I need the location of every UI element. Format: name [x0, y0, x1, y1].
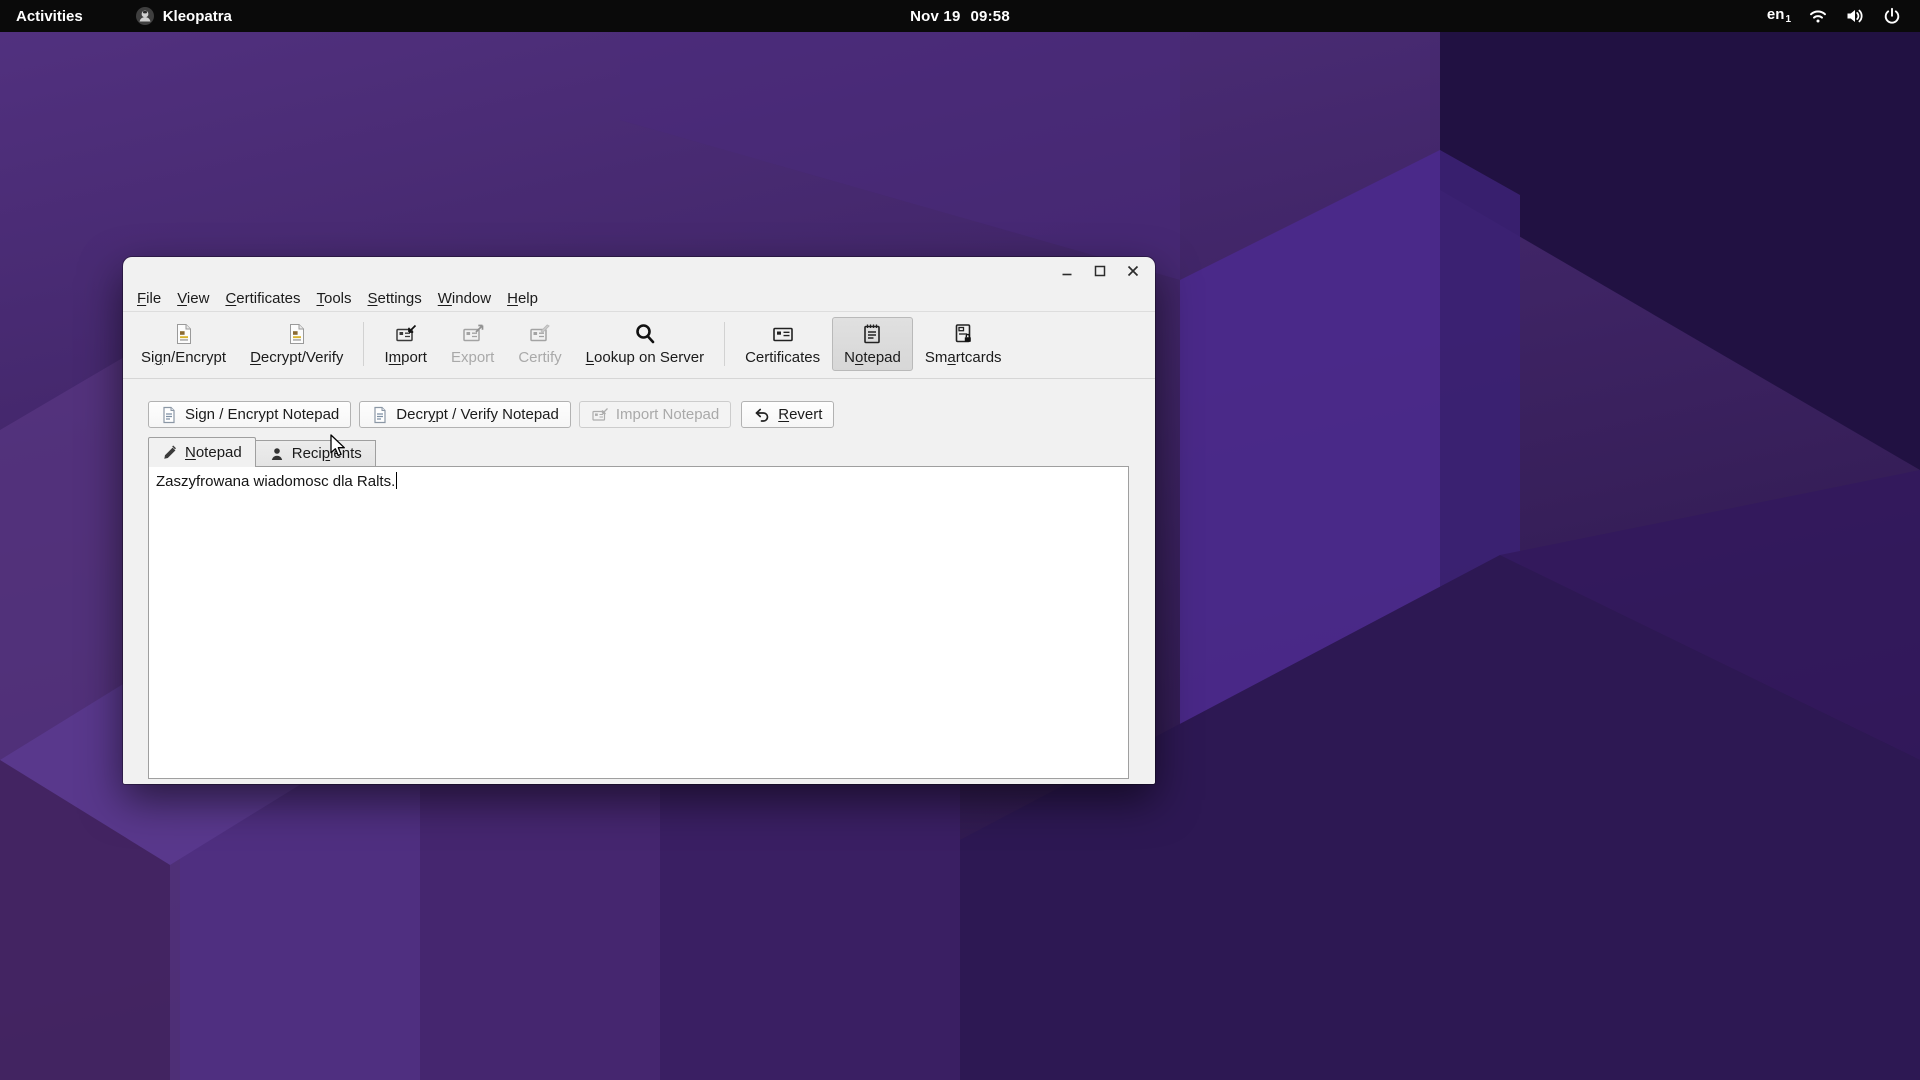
keyboard-layout-indicator[interactable]: en1: [1767, 7, 1791, 25]
toolbar-sign-encrypt-button[interactable]: Sign/Encrypt: [129, 317, 238, 371]
menu-settings[interactable]: Settings: [360, 287, 430, 310]
volume-icon[interactable]: [1845, 6, 1865, 26]
toolbar-notepad-button[interactable]: Notepad: [832, 317, 913, 371]
minimize-button[interactable]: [1055, 260, 1079, 282]
toolbar-decrypt-verify-label: Decrypt/Verify: [250, 349, 343, 366]
keyboard-layout-index: 1: [1785, 15, 1791, 25]
menu-window[interactable]: Window: [430, 287, 499, 310]
kleopatra-window: File View Certificates Tools Settings Wi…: [123, 257, 1155, 784]
close-button[interactable]: [1121, 260, 1145, 282]
toolbar-lookup-label: Lookup on Server: [586, 349, 704, 366]
notepad-actions-row: Sign / Encrypt Notepad Decrypt / Verify …: [148, 401, 1129, 428]
activities-button[interactable]: Activities: [0, 0, 97, 32]
revert-button[interactable]: Revert: [741, 401, 834, 428]
power-icon[interactable]: [1882, 6, 1902, 26]
toolbar-smartcards-label: Smartcards: [925, 349, 1002, 366]
tab-recipients[interactable]: Recipients: [255, 440, 376, 467]
notepad-text-editor[interactable]: Zaszyfrowana wiadomosc dla Ralts.: [148, 466, 1129, 779]
window-titlebar[interactable]: [123, 257, 1155, 285]
certificate-certify-icon: [528, 322, 552, 346]
toolbar-lookup-button[interactable]: Lookup on Server: [574, 317, 716, 371]
system-status-area[interactable]: en1: [1767, 0, 1920, 32]
toolbar-import-label: Import: [384, 349, 427, 366]
undo-icon: [753, 406, 771, 424]
toolbar-decrypt-verify-button[interactable]: Decrypt/Verify: [238, 317, 355, 371]
focused-app-name: Kleopatra: [163, 8, 232, 25]
toolbar-export-button[interactable]: Export: [439, 317, 506, 371]
focused-app-indicator[interactable]: Kleopatra: [123, 0, 244, 32]
toolbar-sign-encrypt-label: Sign/Encrypt: [141, 349, 226, 366]
menu-view[interactable]: View: [169, 287, 217, 310]
toolbar-certificates-label: Certificates: [745, 349, 820, 366]
clock-date: Nov 19: [910, 8, 960, 25]
import-notepad-label: Import Notepad: [616, 406, 719, 423]
maximize-button[interactable]: [1088, 260, 1112, 282]
notepad-tab-bar: Notepad Recipients: [148, 437, 1129, 467]
search-icon: [633, 322, 657, 346]
window-controls: [1055, 260, 1145, 282]
toolbar-import-button[interactable]: Import: [372, 317, 439, 371]
import-notepad-button[interactable]: Import Notepad: [579, 401, 731, 428]
tab-notepad[interactable]: Notepad: [148, 437, 256, 467]
menu-certificates[interactable]: Certificates: [217, 287, 308, 310]
toolbar-separator: [724, 322, 725, 366]
menu-tools[interactable]: Tools: [308, 287, 359, 310]
toolbar-certify-button[interactable]: Certify: [506, 317, 573, 371]
kleopatra-app-icon: [135, 6, 155, 26]
notepad-icon: [860, 322, 884, 346]
menu-file[interactable]: File: [129, 287, 169, 310]
document-icon: [160, 406, 178, 424]
document-icon: [371, 406, 389, 424]
top-bar: Activities Kleopatra Nov 19 09:58 en1: [0, 0, 1920, 32]
sign-encrypt-notepad-button[interactable]: Sign / Encrypt Notepad: [148, 401, 351, 428]
wifi-icon[interactable]: [1808, 6, 1828, 26]
keyboard-layout-code: en: [1767, 7, 1785, 22]
tab-notepad-label: Notepad: [185, 444, 242, 461]
toolbar-smartcards-button[interactable]: Smartcards: [913, 317, 1014, 371]
sign-encrypt-notepad-label: Sign / Encrypt Notepad: [185, 406, 339, 423]
id-card-icon: [771, 322, 795, 346]
menu-help[interactable]: Help: [499, 287, 546, 310]
notepad-view: Sign / Encrypt Notepad Decrypt / Verify …: [123, 379, 1155, 779]
text-caret: [396, 472, 397, 489]
revert-label: Revert: [778, 406, 822, 423]
toolbar-separator: [363, 322, 364, 366]
toolbar-notepad-label: Notepad: [844, 349, 901, 366]
toolbar-certify-label: Certify: [518, 349, 561, 366]
decrypt-verify-notepad-label: Decrypt / Verify Notepad: [396, 406, 559, 423]
person-icon: [269, 446, 285, 462]
clock-time: 09:58: [971, 8, 1010, 25]
clock[interactable]: Nov 19 09:58: [910, 8, 1010, 25]
toolbar: Sign/Encrypt Decrypt/Verify Import Expor…: [123, 312, 1155, 379]
decrypt-verify-notepad-button[interactable]: Decrypt / Verify Notepad: [359, 401, 571, 428]
decrypt-verify-document-icon: [285, 322, 309, 346]
toolbar-certificates-button[interactable]: Certificates: [733, 317, 832, 371]
pencil-icon: [162, 445, 178, 461]
menu-bar: File View Certificates Tools Settings Wi…: [123, 285, 1155, 312]
notepad-text: Zaszyfrowana wiadomosc dla Ralts.: [156, 473, 395, 490]
top-bar-left: Activities Kleopatra: [0, 0, 244, 32]
mouse-cursor: [330, 434, 354, 460]
sign-encrypt-document-icon: [172, 322, 196, 346]
toolbar-export-label: Export: [451, 349, 494, 366]
certificate-import-icon: [591, 406, 609, 424]
smartcard-icon: [951, 322, 975, 346]
certificate-import-icon: [394, 322, 418, 346]
certificate-export-icon: [461, 322, 485, 346]
